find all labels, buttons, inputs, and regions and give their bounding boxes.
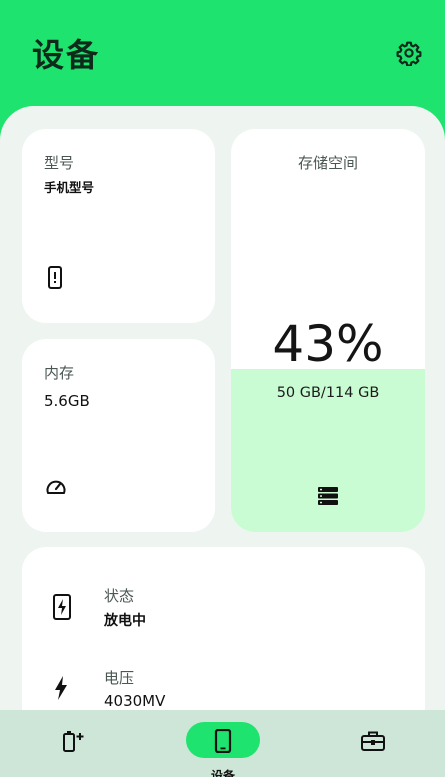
phone-icon [214,729,232,753]
lightning-icon [55,676,67,700]
memory-card[interactable]: 内存 5.6GB [22,339,215,532]
status-value: 放电中 [104,613,146,629]
voltage-value: 4030MV [104,692,166,710]
page-title: 设备 [32,36,101,74]
status-label: 状态 [104,587,135,605]
toolbox-icon[interactable] [360,730,386,752]
nav-label-device: 设备 [210,769,235,777]
storage-label: 存储空间 [297,154,358,172]
bottom-navigation: 设备 [0,710,445,777]
model-label: 型号 [44,154,75,172]
storage-capacity: 50 GB/114 GB [276,385,380,401]
battery-charge-icon[interactable] [62,730,86,752]
storage-percent: 43% [272,315,384,373]
storage-stack-icon [318,487,338,505]
speedometer-icon [46,480,66,494]
storage-card[interactable]: 存储空间 43% 50 GB/114 GB [231,129,425,532]
model-card[interactable]: 型号 手机型号 [22,129,215,323]
gear-icon[interactable] [396,40,422,66]
voltage-label: 电压 [104,669,135,687]
phone-alert-icon [48,266,62,289]
memory-label: 内存 [44,364,75,382]
battery-status-icon [53,594,71,620]
memory-value: 5.6GB [44,392,90,410]
model-value: 手机型号 [44,180,95,195]
